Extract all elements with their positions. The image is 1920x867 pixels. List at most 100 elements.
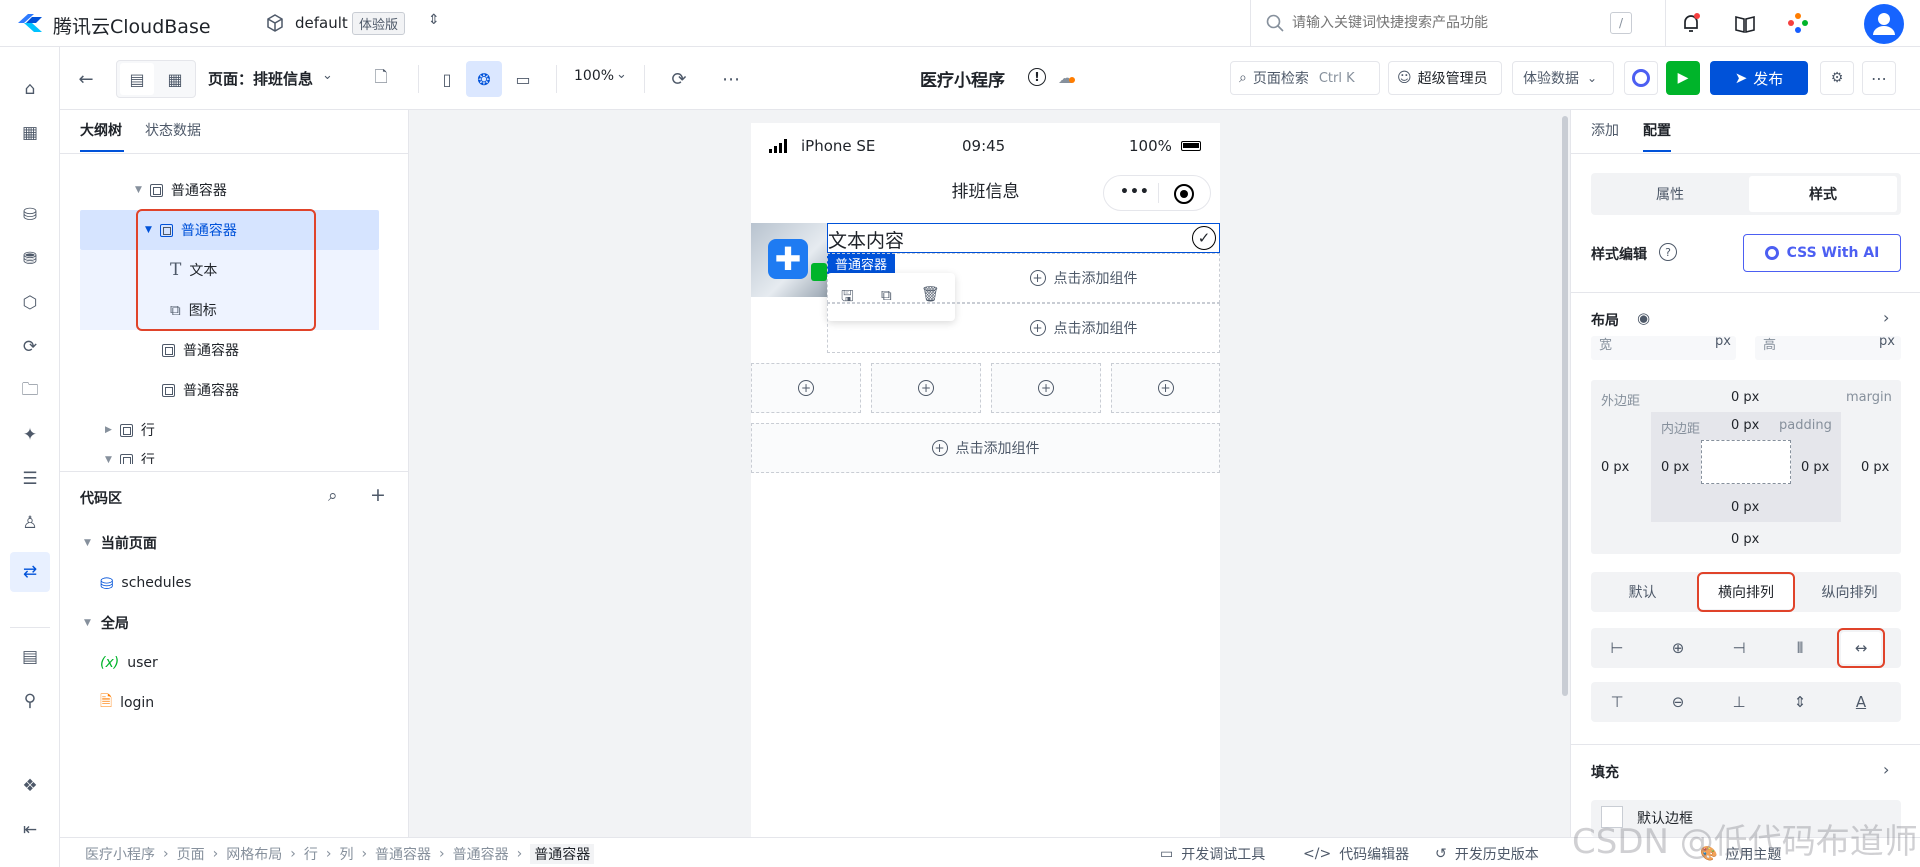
mobile-preview-icon[interactable]: ▯ xyxy=(430,63,464,95)
info-icon[interactable]: ! xyxy=(1028,68,1046,86)
apps-grid-icon[interactable]: ▦ xyxy=(17,120,43,146)
chevron-right-icon[interactable]: › xyxy=(1883,760,1889,779)
padding-right-value[interactable]: 0 px xyxy=(1801,460,1829,475)
caret-right-icon[interactable]: ▶ xyxy=(105,425,112,435)
code-item-user[interactable]: (x) user xyxy=(100,645,158,681)
search-icon[interactable]: ⌕ xyxy=(328,486,338,506)
chevron-down-icon[interactable]: ⌄ xyxy=(616,67,627,82)
grid-cell[interactable]: + xyxy=(871,363,981,413)
data-mode-selector[interactable]: 体验数据 ⌄ xyxy=(1512,61,1614,95)
breadcrumb-item[interactable]: 普通容器 xyxy=(453,844,509,864)
direction-vertical[interactable]: 纵向排列 xyxy=(1798,572,1901,612)
page-selector[interactable]: 页面：排班信息 xyxy=(208,68,313,89)
breadcrumb-item[interactable]: 普通容器 xyxy=(530,844,595,864)
justify-end-icon[interactable]: ⊣ xyxy=(1719,632,1759,664)
tree-node-container[interactable]: ▼ 普通容器 xyxy=(135,172,227,208)
role-selector[interactable]: ☺ 超级管理员 xyxy=(1388,61,1502,95)
more-dots-icon[interactable]: ••• xyxy=(1120,184,1150,200)
help-icon[interactable]: ? xyxy=(1659,243,1677,261)
cloud-status-icon[interactable]: ☁ xyxy=(1058,69,1075,87)
folder-cloud-icon[interactable]: 🗀 xyxy=(17,378,43,404)
canvas-scrollbar-track[interactable] xyxy=(1560,110,1570,837)
bell-icon[interactable] xyxy=(1679,11,1703,35)
margin-right-value[interactable]: 0 px xyxy=(1861,460,1889,475)
tab-outline-tree[interactable]: 大纲树 xyxy=(80,120,122,140)
zoom-selector[interactable]: 100% xyxy=(574,68,614,84)
direction-default[interactable]: 默认 xyxy=(1591,572,1694,612)
add-component-slot[interactable]: + 点击添加组件 xyxy=(827,253,1220,303)
layers-icon[interactable]: ☰ xyxy=(17,466,43,492)
add-icon[interactable]: + xyxy=(370,484,386,506)
code-editor-button[interactable]: </> 代码编辑器 xyxy=(1303,844,1409,864)
tab-state-data[interactable]: 状态数据 xyxy=(145,120,201,140)
chevron-right-icon[interactable]: › xyxy=(1883,308,1889,327)
breadcrumb-item[interactable]: 普通容器 xyxy=(375,844,431,864)
height-input[interactable]: 高 px xyxy=(1755,336,1901,360)
padding-bottom-value[interactable]: 0 px xyxy=(1731,500,1759,515)
tree-node-container[interactable]: 普通容器 xyxy=(162,332,239,368)
code-item-login[interactable]: 🗎 login xyxy=(100,685,154,721)
canvas-scrollbar-thumb[interactable] xyxy=(1562,116,1568,696)
plug-icon[interactable]: ⚲ xyxy=(17,688,43,714)
text-content-element[interactable]: 文本内容 ✓ xyxy=(827,223,1220,253)
grid-cell[interactable]: + xyxy=(1111,363,1220,413)
back-arrow-icon[interactable]: ← xyxy=(72,63,100,95)
more-options-button[interactable]: ⋯ xyxy=(1862,61,1896,95)
run-preview-button[interactable]: ▶ xyxy=(1666,61,1700,95)
align-bottom-icon[interactable]: ⊥ xyxy=(1719,686,1759,718)
breadcrumb-item[interactable]: 行 xyxy=(304,844,318,864)
breadcrumb-item[interactable]: 网格布局 xyxy=(226,844,282,864)
css-with-ai-button[interactable]: CSS With AI xyxy=(1743,234,1901,272)
add-component-slot[interactable]: + 点击添加组件 xyxy=(827,303,1220,353)
tab-style[interactable]: 样式 xyxy=(1749,176,1897,212)
chevron-down-icon[interactable]: ⌄ xyxy=(322,68,333,83)
justify-center-icon[interactable]: ⊕ xyxy=(1658,632,1698,664)
tab-properties[interactable]: 属性 xyxy=(1595,174,1745,214)
eye-icon[interactable]: ◉ xyxy=(1637,309,1650,327)
margin-left-value[interactable]: 0 px xyxy=(1601,460,1629,475)
layout-view-icon[interactable]: ▦ xyxy=(158,63,192,95)
padding-left-value[interactable]: 0 px xyxy=(1661,460,1689,475)
caret-down-icon[interactable]: ▼ xyxy=(105,455,112,464)
database-icon[interactable]: ⛁ xyxy=(17,202,43,228)
margin-bottom-value[interactable]: 0 px xyxy=(1731,532,1759,547)
settings-button[interactable]: ⚙ xyxy=(1820,61,1854,95)
padding-top-value[interactable]: 0 px xyxy=(1731,418,1759,433)
home-icon[interactable]: ⌂ xyxy=(17,76,43,102)
history-button[interactable]: ↺ 开发历史版本 xyxy=(1435,844,1539,864)
align-baseline-icon[interactable]: A xyxy=(1841,686,1881,718)
hexagon-icon[interactable]: ⬡ xyxy=(17,290,43,316)
cloudbase-logo[interactable] xyxy=(16,11,44,35)
add-page-icon[interactable]: 🗋 xyxy=(366,63,396,95)
code-item-schedules[interactable]: ⛁ schedules xyxy=(100,565,191,601)
tab-add[interactable]: 添加 xyxy=(1591,120,1619,140)
width-input[interactable]: 宽 px xyxy=(1591,336,1736,360)
add-component-slot[interactable]: + 点击添加组件 xyxy=(751,423,1220,473)
tree-node-row[interactable]: ▶ 行 xyxy=(105,412,155,448)
miniprogram-preview-icon[interactable]: ❂ xyxy=(466,61,502,97)
publish-button[interactable]: ➤ 发布 xyxy=(1710,61,1808,95)
breadcrumb-item[interactable]: 医疗小程序 xyxy=(85,844,155,864)
refresh-icon[interactable]: ⟳ xyxy=(664,63,694,95)
tree-node-container[interactable]: 普通容器 xyxy=(162,372,239,408)
env-name[interactable]: default xyxy=(295,14,348,32)
align-top-icon[interactable]: ⊤ xyxy=(1597,686,1637,718)
margin-top-value[interactable]: 0 px xyxy=(1731,390,1759,405)
doctor-image[interactable]: ✚ xyxy=(751,223,827,297)
lowcode-icon[interactable]: ⇄ xyxy=(10,552,50,592)
book-icon[interactable] xyxy=(1733,12,1757,36)
align-stretch-icon[interactable]: ⇕ xyxy=(1780,686,1820,718)
caret-down-icon[interactable]: ▼ xyxy=(135,185,142,195)
sync-icon[interactable]: ⟳ xyxy=(17,334,43,360)
more-icon[interactable]: ⋯ xyxy=(716,63,746,95)
database-settings-icon[interactable]: ⛃ xyxy=(17,246,43,272)
caret-down-icon[interactable]: ▼ xyxy=(84,618,91,628)
check-circle-icon[interactable]: ✓ xyxy=(1192,226,1216,250)
breadcrumb-item[interactable]: 页面 xyxy=(177,844,205,864)
page-view-icon[interactable]: ▤ xyxy=(120,63,154,95)
ai-assistant-button[interactable] xyxy=(1624,61,1658,95)
code-group-current-page[interactable]: ▼ 当前页面 xyxy=(84,525,157,561)
tab-config[interactable]: 配置 xyxy=(1643,120,1671,140)
env-switch-icon[interactable]: ⇕ xyxy=(428,12,440,28)
openapi-icon[interactable]: ❖ xyxy=(17,773,43,799)
